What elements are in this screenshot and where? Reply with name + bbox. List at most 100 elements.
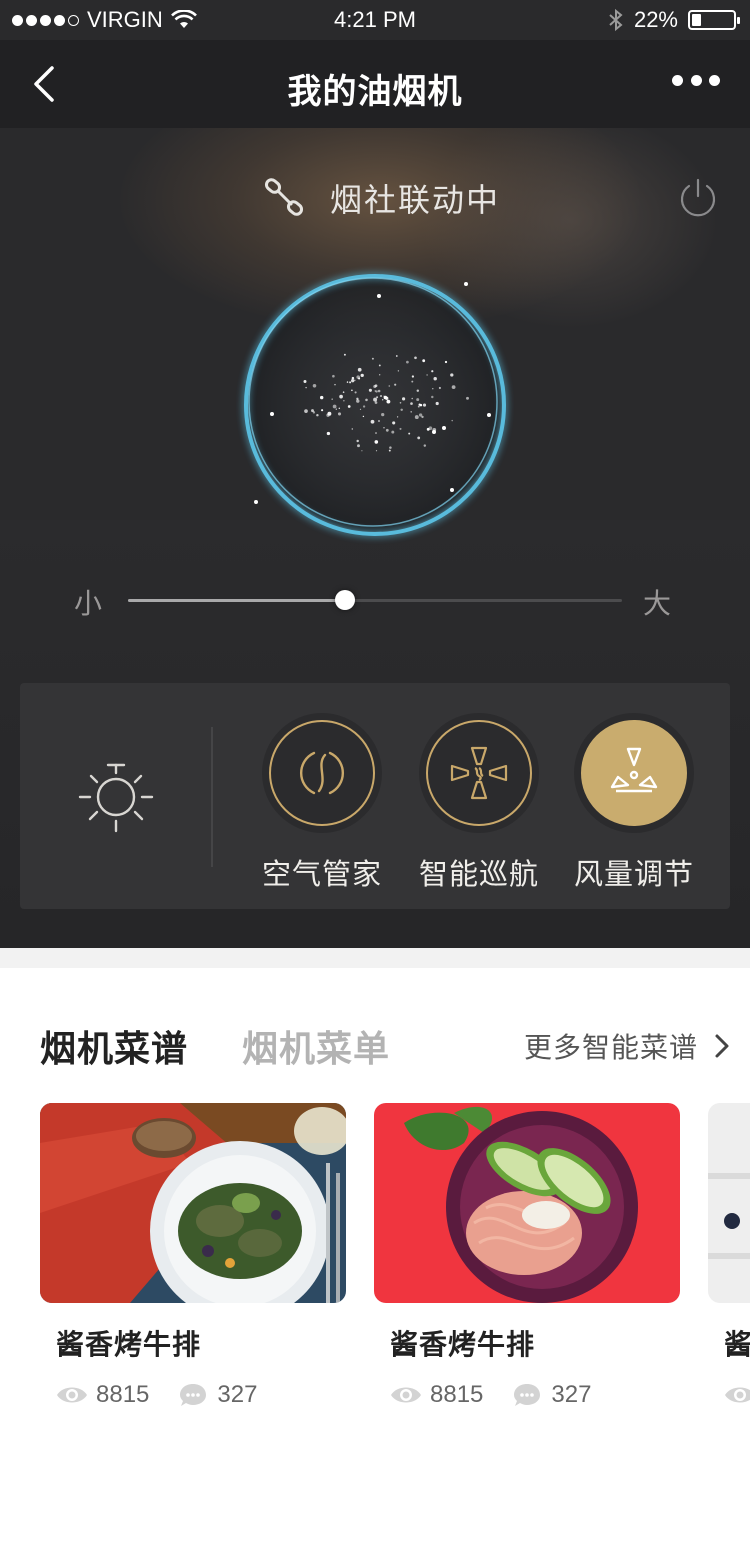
particle-dot	[326, 431, 331, 436]
tab-menu[interactable]: 烟机菜单	[242, 1020, 390, 1072]
particle-dot	[357, 367, 362, 372]
particle-dot	[354, 391, 357, 394]
air-manager-icon	[300, 751, 344, 795]
particle-dot	[396, 416, 399, 418]
particle-dot	[402, 397, 406, 401]
mode-label: 智能巡航	[418, 857, 539, 891]
comment-count: 327	[217, 1381, 258, 1408]
slider-thumb[interactable]	[335, 590, 355, 610]
recipe-image	[374, 1103, 680, 1303]
recipe-name: 酱香烤牛排	[724, 1328, 750, 1361]
particle-dot	[391, 430, 395, 434]
particle-dot	[349, 381, 352, 384]
light-icon	[78, 763, 154, 833]
particle-dot	[418, 413, 423, 417]
particle-dot	[312, 384, 317, 388]
particle-dot	[359, 408, 362, 410]
more-dots-icon	[672, 74, 683, 86]
particle-dot	[411, 380, 414, 383]
battery-percent: 22%	[633, 7, 678, 32]
recipe-tabs: 烟机菜谱 烟机菜单	[40, 1020, 390, 1072]
particle-dot	[400, 408, 403, 412]
recipe-card[interactable]: 酱香烤牛排 8815 327	[374, 1103, 680, 1409]
particle-dot	[377, 389, 381, 393]
particle-dot	[416, 389, 420, 392]
particle-dot	[334, 383, 336, 386]
fan-speed-slider[interactable]	[128, 590, 622, 610]
particle-dot	[305, 386, 307, 389]
section-separator	[0, 948, 750, 968]
particle-dot	[411, 375, 415, 378]
particle-ring	[244, 274, 506, 536]
mode-smart-cruise[interactable]: 智能巡航	[409, 713, 549, 893]
particle-dot	[351, 389, 353, 392]
particle-dot	[487, 413, 491, 417]
particle-dot	[383, 427, 385, 429]
mode-fan-control[interactable]: 风量调节	[564, 713, 704, 893]
recipe-image	[708, 1103, 750, 1303]
particle-dot	[426, 427, 430, 431]
more-button[interactable]	[672, 70, 720, 90]
particle-dot	[466, 396, 469, 400]
particle-dot	[304, 409, 308, 413]
particle-dot	[417, 436, 421, 440]
particle-dot	[378, 364, 381, 367]
panel-divider	[211, 727, 213, 867]
particle-dot	[337, 412, 342, 416]
particle-dot	[332, 404, 337, 409]
recipe-list: 酱香烤牛排 8815 327 酱香烤牛排 8815 327 酱	[40, 1103, 750, 1423]
particle-dot	[312, 411, 316, 414]
particle-dot	[351, 376, 355, 380]
tab-recipes[interactable]: 烟机菜谱	[40, 1020, 188, 1072]
particle-dot	[374, 390, 377, 392]
particle-dot	[397, 370, 400, 372]
particle-dot	[433, 376, 437, 381]
bluetooth-icon	[609, 8, 623, 32]
particle-dot	[376, 396, 379, 399]
particle-dot	[343, 353, 346, 356]
light-button[interactable]	[78, 759, 154, 835]
particle-dot	[356, 439, 359, 443]
particle-dot	[450, 373, 454, 377]
particle-dot	[354, 379, 356, 382]
linkage-status: 烟社联动中	[262, 175, 500, 221]
particle-dot	[356, 399, 360, 403]
comment-count: 327	[551, 1381, 592, 1408]
particle-dot	[356, 375, 360, 379]
view-count: 8815	[96, 1381, 150, 1408]
particle-dot	[414, 415, 419, 420]
particle-dot	[450, 488, 454, 492]
particle-dot	[365, 398, 368, 402]
more-recipes-link[interactable]: 更多智能菜谱	[524, 1026, 732, 1066]
slider-fill	[128, 599, 345, 602]
particle-dot	[270, 412, 274, 416]
particle-dot	[321, 409, 324, 412]
recipe-card[interactable]: 酱香烤牛排 8815 327	[708, 1103, 750, 1409]
particle-dot	[418, 403, 421, 406]
particle-dot	[362, 405, 366, 408]
power-button[interactable]	[676, 176, 720, 220]
particle-dot	[388, 449, 391, 452]
battery-icon	[688, 10, 740, 30]
particle-dot	[335, 408, 337, 410]
recipe-card[interactable]: 酱香烤牛排 8815 327	[40, 1103, 346, 1409]
particle-dot	[373, 384, 377, 389]
comment-icon	[514, 1384, 541, 1406]
particle-dot	[422, 359, 426, 363]
recipe-name: 酱香烤牛排	[56, 1328, 202, 1361]
mode-air-manager[interactable]: 空气管家	[252, 713, 392, 893]
particle-dot	[394, 383, 397, 386]
particle-dot	[414, 356, 417, 360]
particle-dot	[375, 432, 377, 434]
device-control-area: VIRGIN 4:21 PM 22% 我的油烟机 烟社联动中 小 大 空气管家 …	[0, 0, 750, 948]
particle-dot	[387, 399, 389, 402]
particle-dot	[389, 446, 392, 449]
particle-dot	[417, 405, 420, 408]
particle-dot	[410, 411, 412, 413]
particle-dot	[399, 401, 402, 404]
mode-label: 风量调节	[573, 857, 694, 891]
particle-dot	[442, 426, 446, 430]
particle-dot	[392, 421, 396, 425]
particle-dot	[320, 395, 324, 400]
particle-dot	[385, 428, 389, 432]
